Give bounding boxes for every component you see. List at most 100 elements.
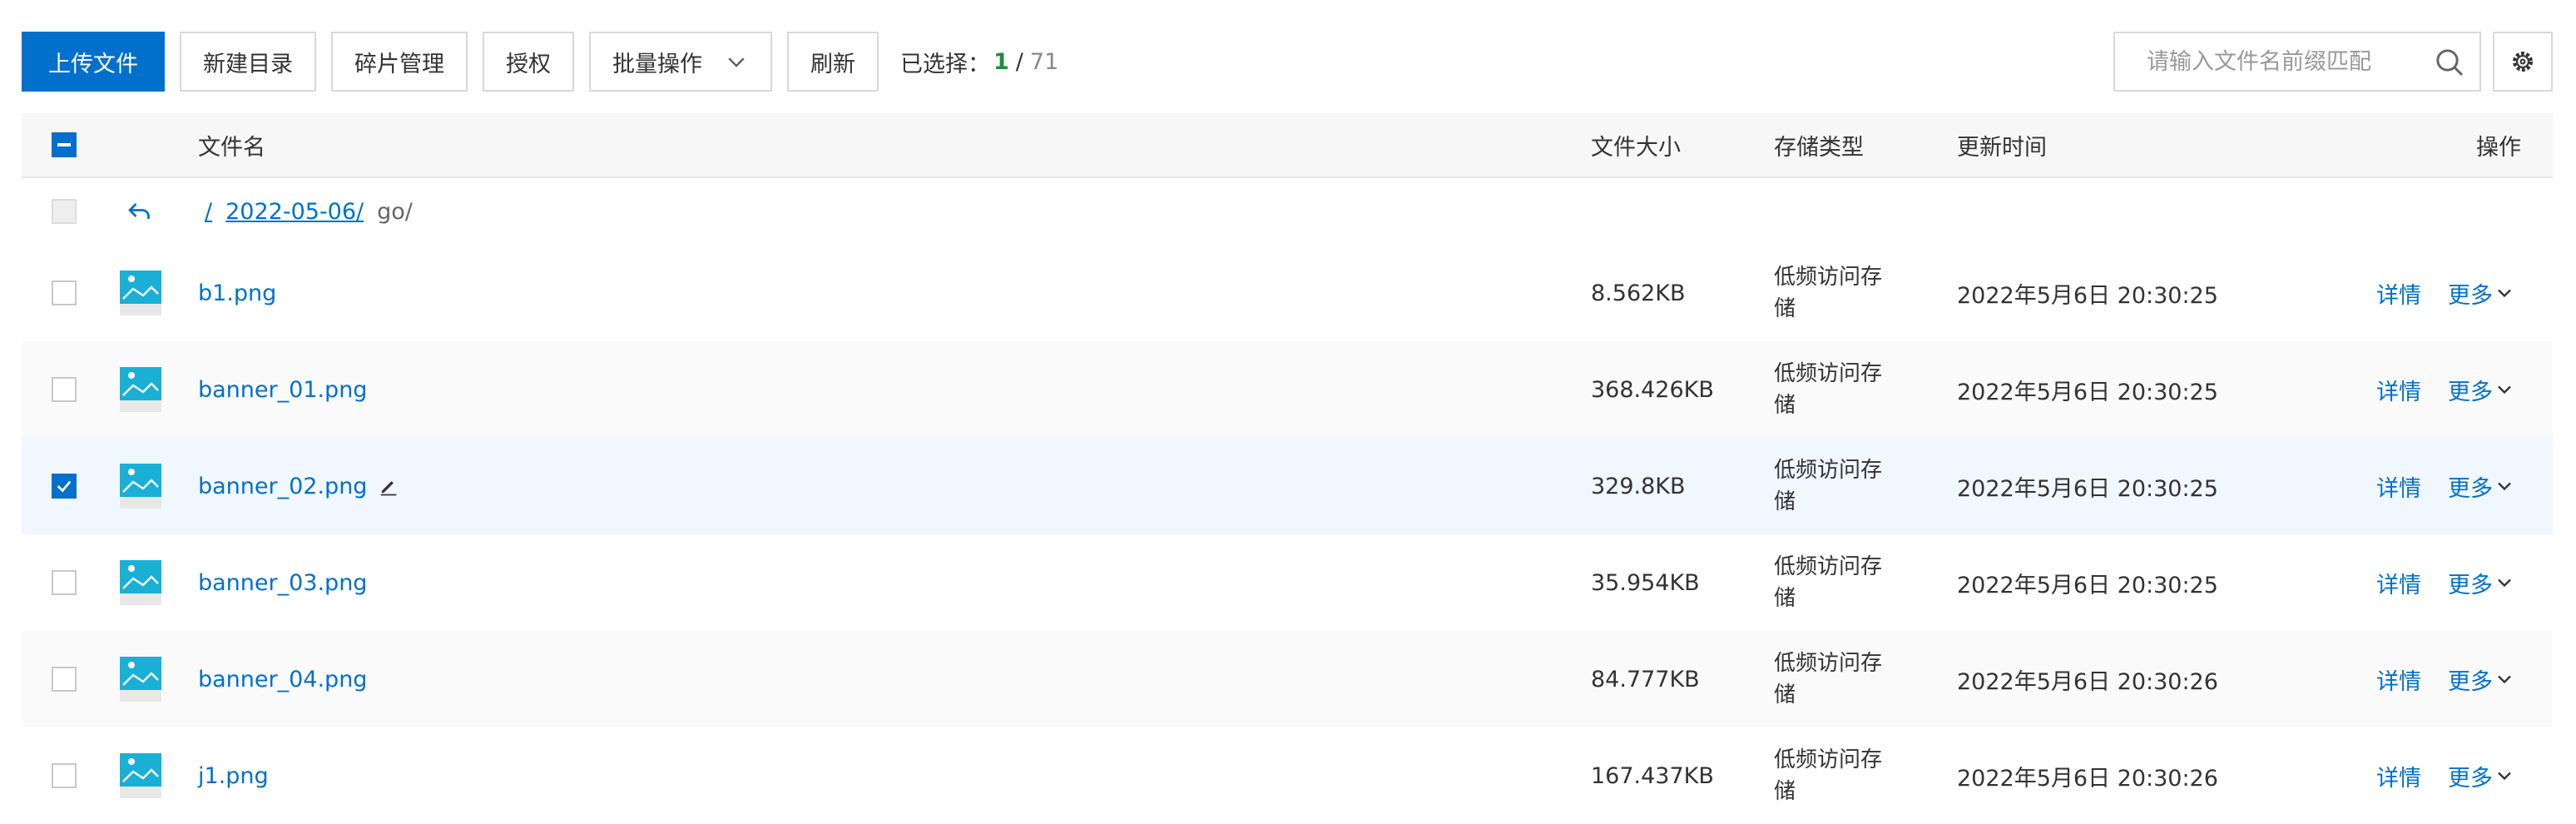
table-row[interactable]: banner_04.png 84.777KB 低频访问存储 2022年5月6日 … <box>22 631 2553 727</box>
storage-type: 低频访问存储 <box>1774 265 1883 321</box>
breadcrumb-root[interactable]: / <box>205 199 212 225</box>
settings-button[interactable] <box>2493 32 2553 92</box>
image-file-icon <box>120 560 161 605</box>
detail-link[interactable]: 详情 <box>2376 760 2421 792</box>
updated-time: 2022年5月6日 20:30:25 <box>1957 572 2218 598</box>
header-actions: 操作 <box>2476 134 2521 161</box>
row-checkbox[interactable] <box>52 570 77 595</box>
storage-type: 低频访问存储 <box>1774 361 1883 418</box>
toolbar: 上传文件 新建目录 碎片管理 授权 批量操作 刷新 已选择： 1 / 71 <box>22 30 1058 93</box>
file-name-link[interactable]: banner_01.png <box>198 377 367 403</box>
storage-type: 低频访问存储 <box>1774 554 1883 611</box>
chevron-down-icon <box>728 57 745 67</box>
image-file-icon <box>120 271 161 315</box>
selection-separator: / <box>1015 48 1023 75</box>
gear-icon <box>2513 52 2533 72</box>
image-file-icon <box>120 657 161 702</box>
updated-time: 2022年5月6日 20:30:26 <box>1957 765 2218 792</box>
search-input[interactable] <box>2145 47 2448 76</box>
image-file-icon <box>120 464 161 509</box>
more-dropdown[interactable]: 更多 <box>2448 277 2516 310</box>
more-label: 更多 <box>2448 475 2493 502</box>
selection-count: 已选择： 1 / 71 <box>900 46 1058 78</box>
fragment-management-button[interactable]: 碎片管理 <box>331 32 468 92</box>
authorize-button[interactable]: 授权 <box>483 32 574 92</box>
file-table: 文件名 文件大小 存储类型 更新时间 操作 / 2022-05-06/ go/ <box>22 113 2553 824</box>
detail-link[interactable]: 详情 <box>2376 470 2421 503</box>
file-size: 35.954KB <box>1591 569 1700 596</box>
row-checkbox[interactable] <box>52 377 77 402</box>
table-row[interactable]: banner_01.png 368.426KB 低频访问存储 2022年5月6日… <box>22 341 2553 438</box>
edit-pencil-icon[interactable] <box>377 474 400 498</box>
more-label: 更多 <box>2448 379 2493 405</box>
batch-operations-dropdown[interactable]: 批量操作 <box>589 32 772 92</box>
updated-time: 2022年5月6日 20:30:25 <box>1957 475 2218 502</box>
chevron-down-icon <box>2498 772 2511 781</box>
chevron-down-icon <box>2498 578 2511 588</box>
storage-type: 低频访问存储 <box>1774 651 1883 707</box>
breadcrumb-row: / 2022-05-06/ go/ <box>22 178 2553 245</box>
header-size: 文件大小 <box>1591 134 1681 161</box>
table-row-selected[interactable]: banner_02.png 329.8KB 低频访问存储 2022年5月6日 2… <box>22 438 2553 534</box>
more-dropdown[interactable]: 更多 <box>2448 760 2516 792</box>
detail-link[interactable]: 详情 <box>2376 374 2421 406</box>
selection-prefix: 已选择： <box>900 51 990 77</box>
file-size: 8.562KB <box>1591 280 1686 306</box>
table-header: 文件名 文件大小 存储类型 更新时间 操作 <box>22 113 2553 178</box>
row-checkbox-checked[interactable] <box>52 474 77 499</box>
row-checkbox[interactable] <box>52 280 77 305</box>
file-size: 368.426KB <box>1591 376 1714 403</box>
search-box <box>2113 32 2481 92</box>
more-dropdown[interactable]: 更多 <box>2448 374 2516 406</box>
image-file-icon <box>120 367 161 412</box>
file-manager: 上传文件 新建目录 碎片管理 授权 批量操作 刷新 已选择： 1 / 71 请输… <box>0 0 2576 812</box>
select-all-checkbox[interactable] <box>52 132 77 157</box>
new-directory-button[interactable]: 新建目录 <box>180 32 316 92</box>
batch-operations-label: 批量操作 <box>612 51 702 77</box>
row-checkbox[interactable] <box>52 667 77 692</box>
header-storage: 存储类型 <box>1774 134 1864 161</box>
file-size: 167.437KB <box>1591 762 1714 789</box>
header-updated: 更新时间 <box>1957 134 2047 161</box>
refresh-button[interactable]: 刷新 <box>787 32 879 92</box>
updated-time: 2022年5月6日 20:30:25 <box>1957 282 2218 309</box>
table-row[interactable]: j1.png 167.437KB 低频访问存储 2022年5月6日 20:30:… <box>22 727 2553 824</box>
storage-type: 低频访问存储 <box>1774 458 1883 514</box>
nav-checkbox <box>52 199 77 224</box>
more-label: 更多 <box>2448 765 2493 792</box>
detail-link[interactable]: 详情 <box>2376 567 2421 599</box>
table-row[interactable]: b1.png 8.562KB 低频访问存储 2022年5月6日 20:30:25… <box>22 245 2553 341</box>
more-label: 更多 <box>2448 668 2493 695</box>
file-name-link[interactable]: b1.png <box>198 280 276 306</box>
file-size: 84.777KB <box>1591 666 1700 692</box>
file-name-link[interactable]: j1.png <box>198 763 269 789</box>
back-arrow-icon[interactable] <box>125 196 155 226</box>
more-label: 更多 <box>2448 282 2493 309</box>
chevron-down-icon <box>2498 482 2511 491</box>
checkmark-icon <box>57 480 72 493</box>
upload-button[interactable]: 上传文件 <box>22 32 165 92</box>
more-dropdown[interactable]: 更多 <box>2448 663 2516 696</box>
more-dropdown[interactable]: 更多 <box>2448 470 2516 503</box>
file-name-link[interactable]: banner_03.png <box>198 570 367 596</box>
chevron-down-icon <box>2498 289 2511 298</box>
file-size: 329.8KB <box>1591 473 1686 499</box>
file-name-link[interactable]: banner_04.png <box>198 667 367 692</box>
detail-link[interactable]: 详情 <box>2376 663 2421 696</box>
chevron-down-icon <box>2498 385 2511 395</box>
search-icon[interactable] <box>2433 46 2466 79</box>
updated-time: 2022年5月6日 20:30:25 <box>1957 379 2218 405</box>
detail-link[interactable]: 详情 <box>2376 277 2421 310</box>
breadcrumb: / 2022-05-06/ go/ <box>205 178 413 245</box>
row-checkbox[interactable] <box>52 763 77 788</box>
breadcrumb-parent[interactable]: 2022-05-06/ <box>225 199 364 225</box>
storage-type: 低频访问存储 <box>1774 747 1883 804</box>
file-name-link[interactable]: banner_02.png <box>198 474 367 499</box>
updated-time: 2022年5月6日 20:30:26 <box>1957 668 2218 695</box>
breadcrumb-current: go/ <box>377 198 413 225</box>
selected-count: 1 <box>993 48 1009 75</box>
more-dropdown[interactable]: 更多 <box>2448 567 2516 599</box>
table-row[interactable]: banner_03.png 35.954KB 低频访问存储 2022年5月6日 … <box>22 534 2553 631</box>
image-file-icon <box>120 753 161 798</box>
more-label: 更多 <box>2448 572 2493 598</box>
